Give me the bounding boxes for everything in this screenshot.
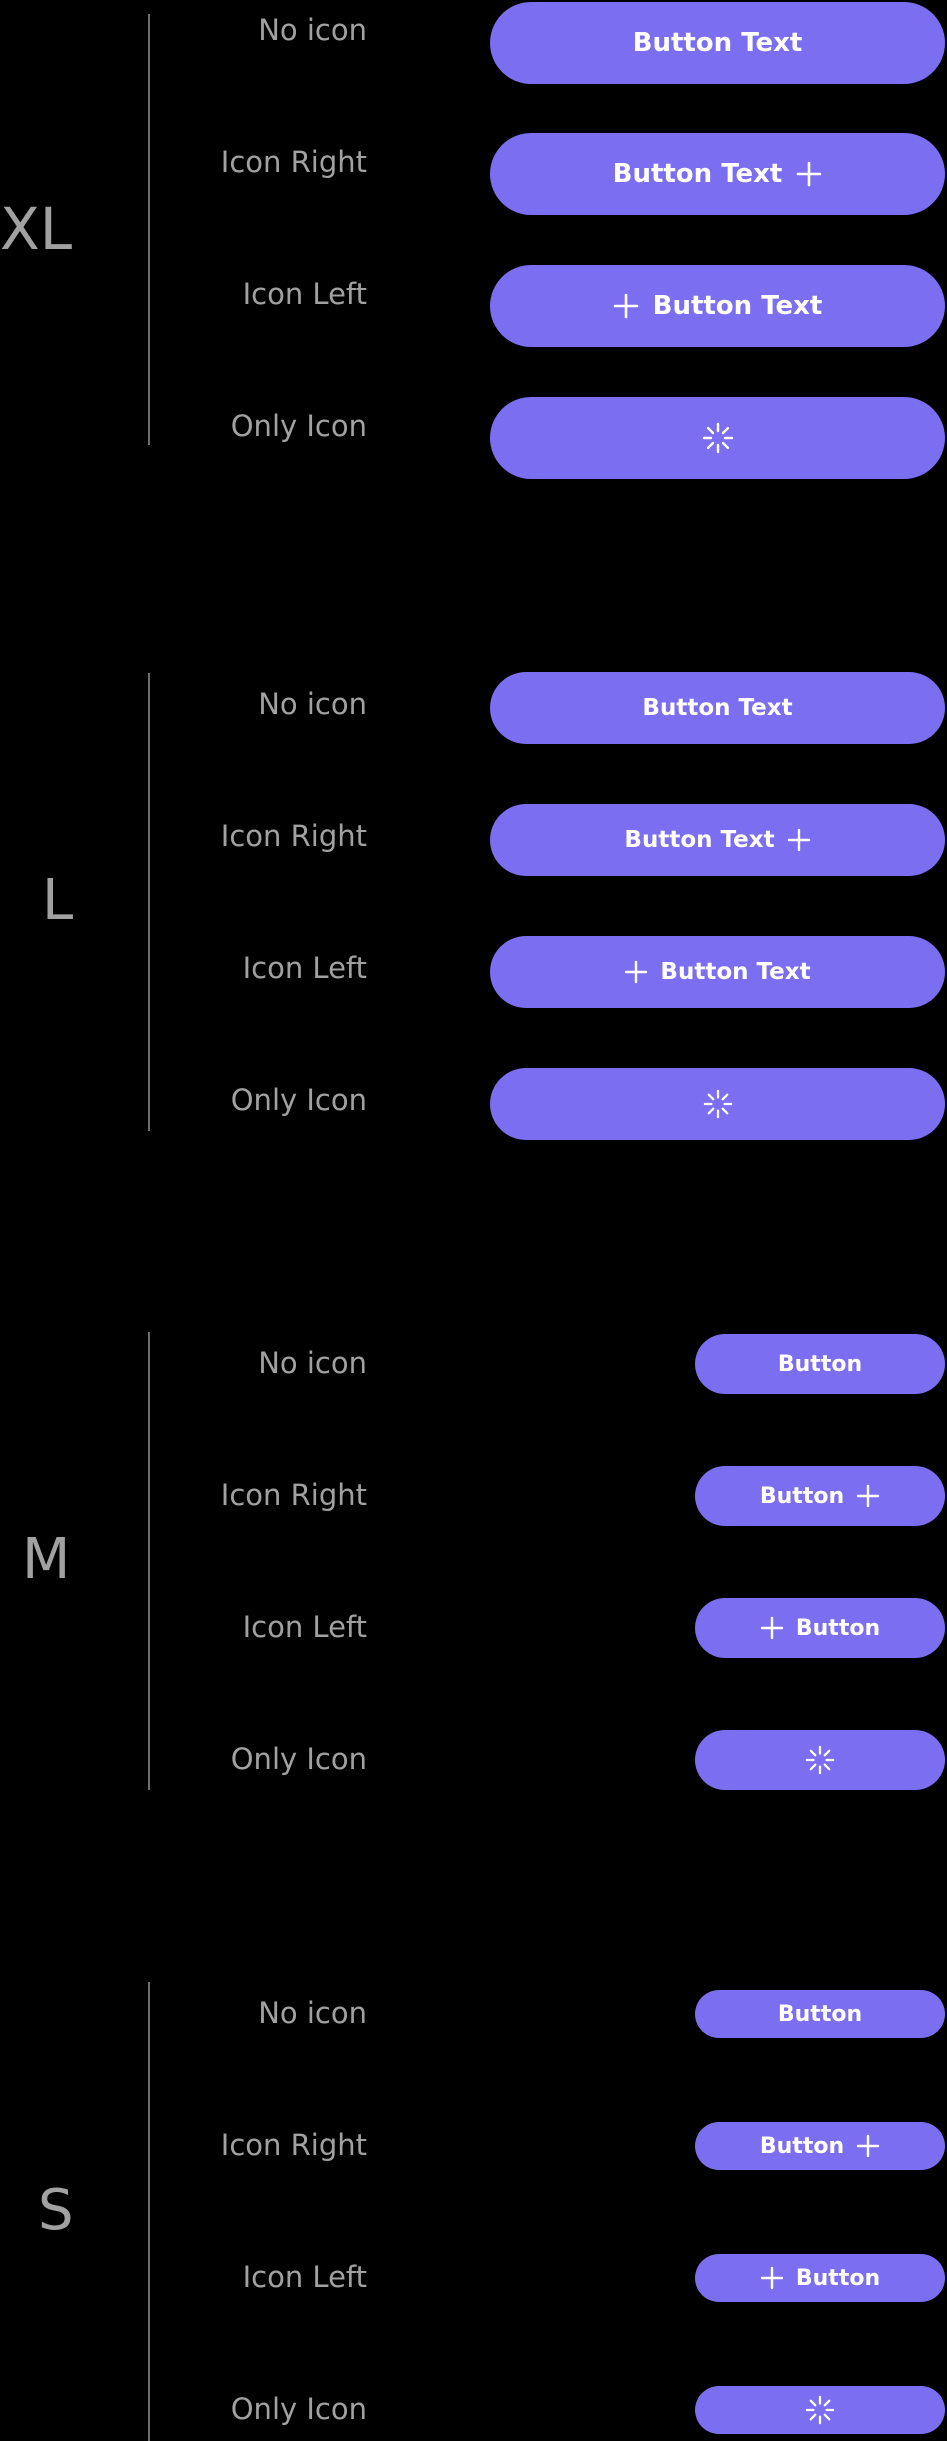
variant-label-icon-right: Icon Right <box>220 145 367 179</box>
button-label: Button Text <box>632 28 803 58</box>
variant-label-only-icon: Only Icon <box>230 1742 367 1776</box>
plus-icon <box>787 828 811 852</box>
button-label: Button Text <box>642 695 793 721</box>
button-label: Button <box>759 1483 845 1509</box>
button-label: Button Text <box>612 159 783 189</box>
button-label: Button <box>795 1615 881 1641</box>
variant-label-icon-right: Icon Right <box>220 1478 367 1512</box>
size-section-m: M No icon Button Icon Right Button Icon … <box>0 1320 947 1800</box>
button-xl-icon-right[interactable]: Button Text <box>490 133 945 215</box>
button-label: Button <box>777 1351 863 1377</box>
variant-label-no-icon: No icon <box>258 1346 367 1380</box>
section-divider <box>148 1982 150 2441</box>
variant-label-no-icon: No icon <box>258 13 367 47</box>
size-label: M <box>22 1527 71 1592</box>
spinner-icon <box>805 2395 835 2425</box>
button-xl-only-icon[interactable] <box>490 397 945 479</box>
plus-icon <box>760 1616 784 1640</box>
size-label: XL <box>0 195 73 263</box>
button-xl-no-icon[interactable]: Button Text <box>490 2 945 84</box>
section-divider <box>148 673 150 1131</box>
button-m-icon-right[interactable]: Button <box>695 1466 945 1526</box>
button-s-no-icon[interactable]: Button <box>695 1990 945 2038</box>
size-section-l: L No icon Button Text Icon Right Button … <box>0 660 947 1140</box>
button-label: Button Text <box>660 959 811 985</box>
plus-icon <box>856 1484 880 1508</box>
button-m-only-icon[interactable] <box>695 1730 945 1790</box>
section-divider <box>148 1332 150 1790</box>
variant-label-no-icon: No icon <box>258 687 367 721</box>
button-s-icon-right[interactable]: Button <box>695 2122 945 2170</box>
button-m-icon-left[interactable]: Button <box>695 1598 945 1658</box>
variant-label-only-icon: Only Icon <box>230 1083 367 1117</box>
size-label: S <box>38 2178 74 2243</box>
variant-label-icon-left: Icon Left <box>242 277 367 311</box>
size-section-s: S No icon Button Icon Right Button Icon … <box>0 1970 947 2441</box>
button-label: Button <box>759 2133 845 2159</box>
variant-label-icon-right: Icon Right <box>220 2128 367 2162</box>
plus-icon <box>796 161 822 187</box>
variant-label-icon-left: Icon Left <box>242 2260 367 2294</box>
button-label: Button Text <box>652 291 823 321</box>
variant-label-icon-left: Icon Left <box>242 1610 367 1644</box>
variant-label-icon-left: Icon Left <box>242 951 367 985</box>
button-l-icon-right[interactable]: Button Text <box>490 804 945 876</box>
plus-icon <box>760 2266 784 2290</box>
plus-icon <box>613 293 639 319</box>
plus-icon <box>856 2134 880 2158</box>
size-section-xl: XL No icon Button Text Icon Right Button… <box>0 0 947 480</box>
variant-label-no-icon: No icon <box>258 1996 367 2030</box>
button-label: Button <box>777 2001 863 2027</box>
button-l-no-icon[interactable]: Button Text <box>490 672 945 744</box>
button-m-no-icon[interactable]: Button <box>695 1334 945 1394</box>
size-label: L <box>42 868 74 933</box>
section-divider <box>148 14 150 445</box>
variant-label-icon-right: Icon Right <box>220 819 367 853</box>
button-label: Button Text <box>624 827 775 853</box>
spinner-icon <box>805 1745 835 1775</box>
button-xl-icon-left[interactable]: Button Text <box>490 265 945 347</box>
spinner-icon <box>702 422 734 454</box>
variant-label-only-icon: Only Icon <box>230 2392 367 2426</box>
button-s-icon-left[interactable]: Button <box>695 2254 945 2302</box>
button-label: Button <box>795 2265 881 2291</box>
spinner-icon <box>703 1089 733 1119</box>
button-l-icon-left[interactable]: Button Text <box>490 936 945 1008</box>
button-s-only-icon[interactable] <box>695 2386 945 2434</box>
plus-icon <box>624 960 648 984</box>
variant-label-only-icon: Only Icon <box>230 409 367 443</box>
button-l-only-icon[interactable] <box>490 1068 945 1140</box>
